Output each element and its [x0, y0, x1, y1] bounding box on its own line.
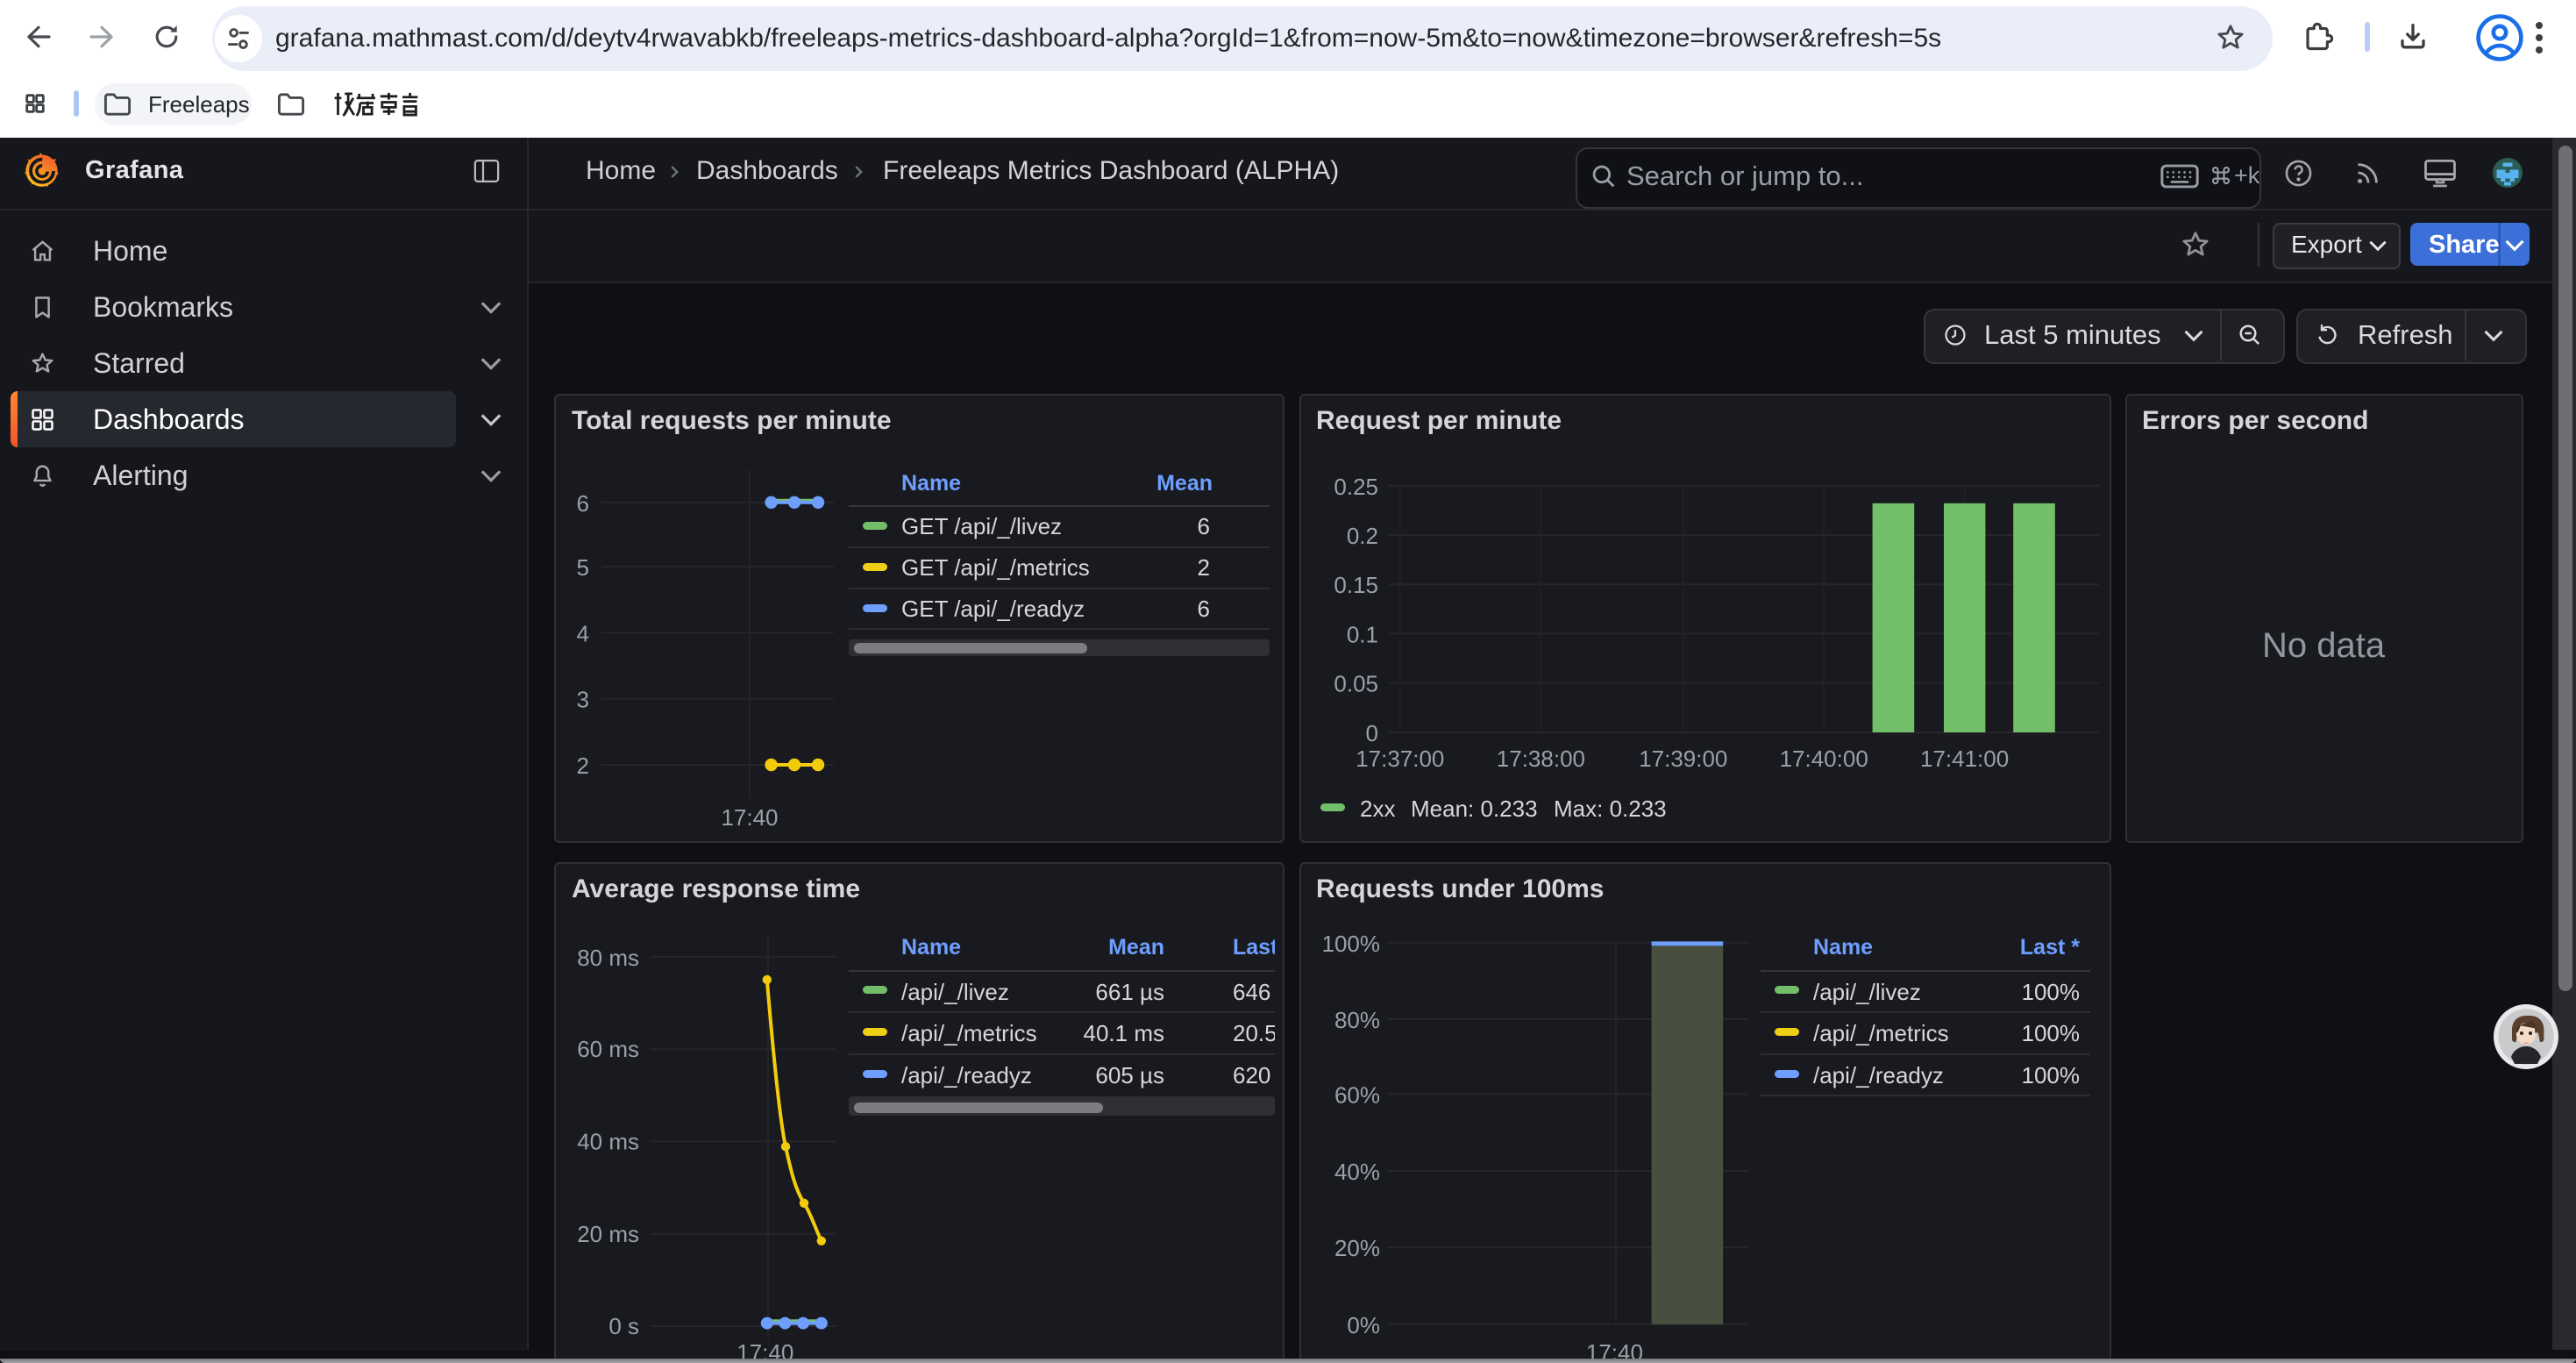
svg-text:0.1: 0.1 [1347, 621, 1378, 647]
svg-text:80%: 80% [1334, 1007, 1380, 1033]
svg-text:17:40:00: 17:40:00 [1780, 746, 1868, 772]
svg-text:0.05: 0.05 [1334, 671, 1378, 697]
svg-text:4: 4 [577, 620, 589, 646]
svg-text:0.25: 0.25 [1334, 474, 1378, 500]
svg-text:17:41:00: 17:41:00 [1920, 746, 2009, 772]
svg-text:17:40: 17:40 [721, 804, 778, 831]
svg-text:20%: 20% [1334, 1235, 1380, 1261]
svg-text:3: 3 [577, 687, 589, 713]
svg-text:80 ms: 80 ms [577, 945, 639, 971]
svg-text:100%: 100% [1322, 931, 1381, 957]
svg-text:17:37:00: 17:37:00 [1356, 746, 1444, 772]
svg-text:20 ms: 20 ms [577, 1221, 639, 1247]
svg-text:0: 0 [1366, 720, 1378, 746]
svg-text:40%: 40% [1334, 1159, 1380, 1185]
svg-text:2: 2 [577, 753, 589, 779]
svg-text:60 ms: 60 ms [577, 1036, 639, 1062]
svg-text:0 s: 0 s [608, 1313, 639, 1339]
svg-text:0.15: 0.15 [1334, 572, 1378, 598]
svg-text:0.2: 0.2 [1347, 523, 1378, 549]
svg-text:17:38:00: 17:38:00 [1497, 746, 1585, 772]
svg-text:5: 5 [577, 554, 589, 581]
svg-text:17:39:00: 17:39:00 [1639, 746, 1727, 772]
svg-text:60%: 60% [1334, 1081, 1380, 1108]
svg-text:6: 6 [577, 490, 589, 517]
svg-text:0%: 0% [1347, 1312, 1380, 1338]
svg-text:40 ms: 40 ms [577, 1128, 639, 1154]
